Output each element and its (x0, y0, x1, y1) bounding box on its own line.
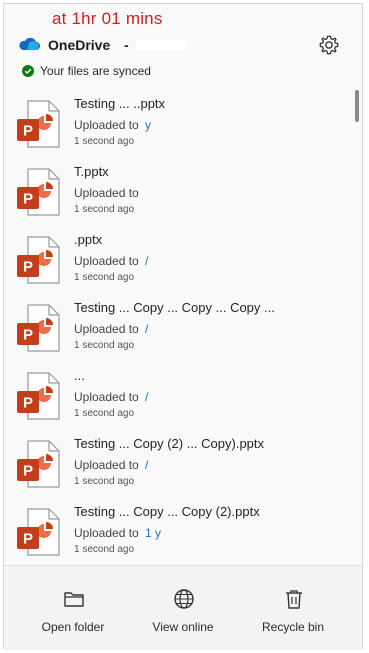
upload-time: 1 second ago (74, 136, 135, 147)
uploaded-label: Uploaded to (74, 322, 139, 336)
upload-time: 1 second ago (74, 476, 135, 487)
file-list-scrollbar[interactable] (354, 88, 359, 564)
uploaded-folder-link[interactable]: / (145, 254, 148, 268)
upload-time: 1 second ago (74, 272, 135, 283)
svg-text:P: P (23, 191, 33, 208)
trash-icon (286, 590, 302, 609)
file-name: Testing ... Copy ... Copy ... Copy ... (74, 300, 275, 315)
uploaded-label: Uploaded to (74, 526, 139, 540)
upload-time: 1 second ago (74, 340, 135, 351)
scrollbar-thumb[interactable] (355, 90, 359, 122)
file-name: .pptx (74, 232, 103, 247)
elapsed-time-annotation: at 1hr 01 mins (52, 9, 163, 28)
list-item[interactable]: P T.pptx Uploaded to 1 second ago (4, 156, 354, 224)
globe-icon (174, 589, 194, 609)
powerpoint-file-icon: P (17, 508, 60, 556)
title-separator: - (124, 37, 129, 53)
uploaded-folder-link[interactable]: / (145, 390, 148, 404)
svg-text:P: P (23, 327, 33, 344)
view-online-label: View online (152, 620, 214, 634)
account-name-redaction (136, 40, 186, 50)
recycle-bin-button[interactable]: Recycle bin (238, 566, 348, 650)
list-item[interactable]: P Testing ... Copy ... Copy (2).pptx Upl… (4, 496, 354, 564)
uploaded-folder-link[interactable]: / (145, 458, 148, 472)
powerpoint-file-icon: P (17, 304, 60, 352)
svg-text:P: P (23, 463, 33, 480)
open-folder-label: Open folder (41, 620, 105, 634)
app-title: OneDrive (48, 37, 111, 53)
onedrive-panel: OneDrive - Your files are synced P Testi… (3, 3, 363, 650)
file-name: Testing ... ..pptx (74, 96, 166, 111)
file-name: Testing ... Copy ... Copy (2).pptx (74, 504, 260, 519)
check-circle-icon (22, 65, 34, 77)
file-name: Testing ... Copy (2) ... Copy).pptx (74, 436, 265, 451)
file-name: T.pptx (74, 164, 109, 179)
list-item[interactable]: P .pptx Uploaded to / 1 second ago (4, 224, 354, 292)
gear-icon[interactable] (318, 34, 340, 56)
file-name: ... (74, 368, 85, 383)
folder-icon (64, 592, 84, 607)
svg-text:P: P (23, 259, 33, 276)
uploaded-label: Uploaded to (74, 118, 139, 132)
list-item[interactable]: P Testing ... Copy (2) ... Copy).pptx Up… (4, 428, 354, 496)
powerpoint-file-icon: P (17, 440, 60, 488)
upload-time: 1 second ago (74, 544, 135, 555)
recent-files-list[interactable]: P Testing ... ..pptx Uploaded to y 1 sec… (4, 88, 354, 564)
svg-text:P: P (23, 395, 33, 412)
list-item[interactable]: P ... Uploaded to / 1 second ago (4, 360, 354, 428)
powerpoint-file-icon: P (17, 100, 60, 148)
list-item[interactable]: P Testing ... Copy ... Copy ... Copy ...… (4, 292, 354, 360)
uploaded-folder-link[interactable]: / (145, 322, 148, 336)
powerpoint-file-icon: P (17, 236, 60, 284)
upload-time: 1 second ago (74, 204, 135, 215)
view-online-button[interactable]: View online (128, 566, 238, 650)
uploaded-folder-link[interactable]: y (145, 118, 151, 132)
onedrive-cloud-icon (19, 37, 40, 50)
upload-time: 1 second ago (74, 408, 135, 419)
open-folder-button[interactable]: Open folder (18, 566, 128, 650)
uploaded-label: Uploaded to (74, 390, 139, 404)
sync-status-text: Your files are synced (40, 64, 151, 78)
recycle-bin-label: Recycle bin (261, 620, 325, 634)
powerpoint-file-icon: P (17, 168, 60, 216)
list-item[interactable]: P Testing ... ..pptx Uploaded to y 1 sec… (4, 88, 354, 156)
svg-text:P: P (23, 123, 33, 140)
uploaded-folder-link[interactable]: 1 y (145, 526, 161, 540)
svg-text:P: P (23, 531, 33, 548)
powerpoint-file-icon: P (17, 372, 60, 420)
uploaded-label: Uploaded to (74, 186, 139, 200)
uploaded-label: Uploaded to (74, 458, 139, 472)
panel-footer: Open folder View online Recycle bin (4, 565, 362, 650)
uploaded-label: Uploaded to (74, 254, 139, 268)
